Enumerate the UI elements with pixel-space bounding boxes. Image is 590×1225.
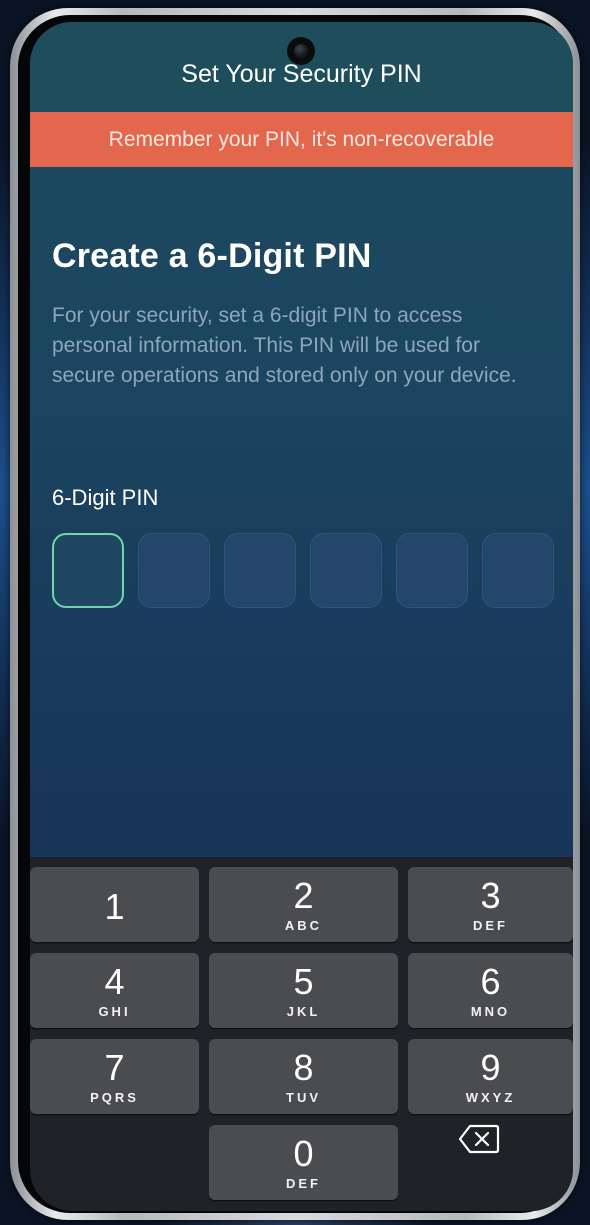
pin-digit-box-5[interactable] — [396, 533, 468, 608]
backspace-button[interactable] — [458, 1124, 500, 1154]
app-header: Set Your Security PIN — [30, 22, 573, 112]
key-letters: DEF — [473, 918, 508, 933]
key-8[interactable]: 8 TUV — [209, 1039, 398, 1114]
phone-screen: Set Your Security PIN Remember your PIN,… — [30, 22, 573, 1211]
key-3[interactable]: 3 DEF — [408, 867, 573, 942]
key-letters: TUV — [286, 1090, 321, 1105]
key-4[interactable]: 4 GHI — [30, 953, 199, 1028]
key-9[interactable]: 9 WXYZ — [408, 1039, 573, 1114]
key-5[interactable]: 5 JKL — [209, 953, 398, 1028]
pin-digit-box-6[interactable] — [482, 533, 554, 608]
key-7[interactable]: 7 PQRS — [30, 1039, 199, 1114]
key-digit: 1 — [104, 886, 125, 927]
key-letters: GHI — [98, 1004, 131, 1019]
key-digit: 2 — [293, 875, 314, 916]
key-6[interactable]: 6 MNO — [408, 953, 573, 1028]
key-digit: 3 — [480, 875, 501, 916]
pin-digit-box-3[interactable] — [224, 533, 296, 608]
description-text: For your security, set a 6-digit PIN to … — [52, 304, 517, 387]
warning-banner: Remember your PIN, it's non-recoverable — [30, 112, 573, 167]
section-heading: Create a 6-Digit PIN — [52, 237, 372, 275]
front-camera — [287, 37, 315, 65]
key-letters: JKL — [286, 1004, 321, 1019]
pin-digit-box-1[interactable] — [52, 533, 124, 608]
key-1[interactable]: 1 — [30, 867, 199, 942]
key-letters: ABC — [284, 918, 323, 933]
key-letters: WXYZ — [465, 1090, 516, 1105]
numeric-keypad: 1 2 ABC 3 DEF 4 GHI 5 JKL 6 MNO 7 PQRS 8 — [30, 857, 573, 1211]
key-2[interactable]: 2 ABC — [209, 867, 398, 942]
backspace-icon — [458, 1124, 500, 1154]
key-digit: 0 — [293, 1133, 314, 1174]
key-digit: 9 — [480, 1047, 501, 1088]
pin-digit-box-4[interactable] — [310, 533, 382, 608]
key-letters: PQRS — [90, 1090, 139, 1105]
pin-label: 6-Digit PIN — [52, 485, 159, 510]
key-letters: MNO — [470, 1004, 511, 1019]
key-letters: DEF — [286, 1176, 321, 1191]
key-digit: 7 — [104, 1047, 125, 1088]
key-digit: 8 — [293, 1047, 314, 1088]
key-digit: 5 — [293, 961, 314, 1002]
pin-digit-box-2[interactable] — [138, 533, 210, 608]
key-digit: 4 — [104, 961, 125, 1002]
key-0[interactable]: 0 DEF — [209, 1125, 398, 1200]
key-digit: 6 — [480, 961, 501, 1002]
